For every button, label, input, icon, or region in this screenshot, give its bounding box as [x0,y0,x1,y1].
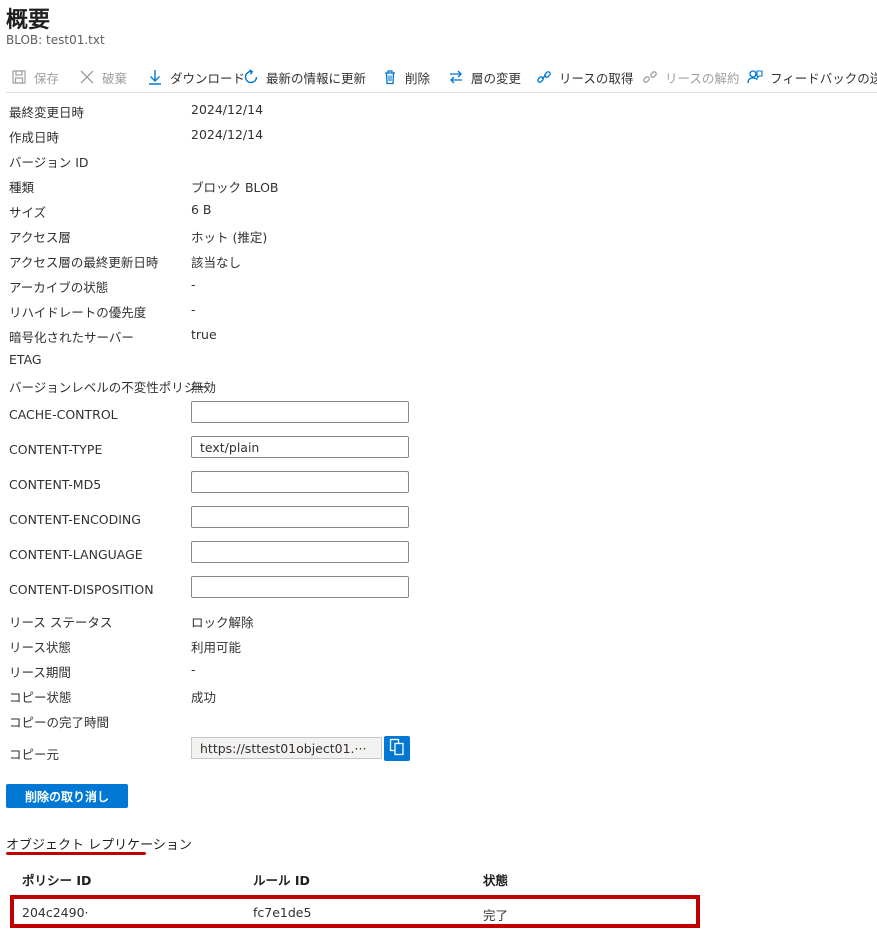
content-encoding-input[interactable] [192,507,408,527]
refresh-icon [242,68,260,86]
property-label: コピーの完了時間 [9,715,110,730]
change-tier-button[interactable]: 層の変更 [447,66,521,88]
copy-to-clipboard-button[interactable] [384,736,410,761]
property-label: 暗号化されたサーバー [9,330,134,345]
cache-control-input[interactable] [192,402,408,422]
column-header-status: 状態 [483,873,509,888]
undelete-button[interactable]: 削除の取り消し [6,784,128,808]
discard-button[interactable]: 破棄 [78,66,127,88]
swap-arrows-icon [447,68,465,86]
refresh-button[interactable]: 最新の情報に更新 [242,66,366,88]
property-value: - [191,277,196,292]
download-label: ダウンロード [170,70,246,86]
rule-id-cell: fc7e1de5 [253,905,312,920]
property-label: リース期間 [9,665,71,680]
close-icon [78,68,96,86]
cache-control-field[interactable] [191,401,409,423]
break-lease-button[interactable]: リースの解約 [641,66,739,88]
property-value: 該当なし [191,255,242,270]
cache-control-label: CACHE-CONTROL [9,407,118,422]
property-label: リース ステータス [9,615,113,630]
property-label: 最終変更日時 [9,105,85,120]
copy-source-field[interactable]: https://sttest01object01.··· [191,737,382,759]
property-label: アクセス層 [9,230,71,245]
property-value: 利用可能 [191,640,242,655]
property-value: 2024/12/14 [191,102,264,117]
title-underline-annotation [6,852,146,855]
discard-label: 破棄 [102,70,128,86]
download-icon [146,68,164,86]
property-value: 成功 [191,690,217,705]
content-type-field[interactable] [191,436,409,458]
property-label: コピー状態 [9,690,72,705]
save-label: 保存 [34,70,60,86]
policy-id-cell: 204c2490· [22,905,89,920]
content-type-label: CONTENT-TYPE [9,442,103,457]
content-md5-field[interactable] [191,471,409,493]
trash-icon [381,68,399,86]
acquire-lease-label: リースの取得 [559,70,634,86]
break-lease-label: リースの解約 [665,70,740,86]
save-button[interactable]: 保存 [10,66,59,88]
feedback-button[interactable]: フィードバックの送信 [746,66,877,88]
feedback-label: フィードバックの送信 [770,70,877,86]
property-value: ホット (推定) [191,230,268,245]
property-label: バージョンレベルの不変性ポリシー [9,380,209,395]
delete-button[interactable]: 削除 [381,66,430,88]
content-language-label: CONTENT-LANGUAGE [9,547,143,562]
content-disposition-input[interactable] [192,577,408,597]
column-header-rule-id: ルール ID [253,873,310,888]
status-cell: 完了 [483,908,509,923]
table-row-highlight [10,895,700,928]
property-label: サイズ [9,205,47,220]
content-disposition-label: CONTENT-DISPOSITION [9,582,154,597]
save-icon [10,68,28,86]
content-language-input[interactable] [192,542,408,562]
delete-label: 削除 [405,70,431,86]
property-value: true [191,327,217,342]
content-encoding-label: CONTENT-ENCODING [9,512,141,527]
property-value: 無効 [191,380,217,395]
page-subtitle: BLOB: test01.txt [6,33,105,47]
content-md5-label: CONTENT-MD5 [9,477,102,492]
change-tier-label: 層の変更 [471,70,522,86]
property-label: バージョン ID [9,155,89,170]
content-type-input[interactable] [192,437,408,457]
refresh-label: 最新の情報に更新 [266,70,367,86]
content-disposition-field[interactable] [191,576,409,598]
property-value: 2024/12/14 [191,127,264,142]
acquire-lease-button[interactable]: リースの取得 [535,66,633,88]
command-bar: 保存 破棄 ダウンロード 最新の情報に更新 削除 層の変更 リースの取得 リース… [6,62,877,93]
property-label: 種類 [9,180,35,195]
property-label: リハイドレートの優先度 [9,305,147,320]
property-label: アーカイブの状態 [9,280,109,295]
property-value: 6 B [191,202,212,217]
column-header-policy-id: ポリシー ID [22,873,92,888]
property-value: ロック解除 [191,615,254,630]
copy-source-label: コピー元 [9,747,60,762]
property-label: アクセス層の最終更新日時 [9,255,159,270]
property-value: - [191,302,196,317]
property-label: 作成日時 [9,130,60,145]
object-replication-title: オブジェクト レプリケーション [6,838,192,853]
content-language-field[interactable] [191,541,409,563]
page-title: 概要 [6,8,51,33]
link-icon [535,68,553,86]
property-value: ブロック BLOB [191,180,279,195]
content-encoding-field[interactable] [191,506,409,528]
feedback-icon [746,68,764,86]
broken-link-icon [641,68,659,86]
download-button[interactable]: ダウンロード [146,66,245,88]
property-value: - [191,662,196,677]
property-label: リース状態 [9,640,71,655]
copy-icon [389,738,405,760]
content-md5-input[interactable] [192,472,408,492]
property-label: ETAG [9,352,42,367]
